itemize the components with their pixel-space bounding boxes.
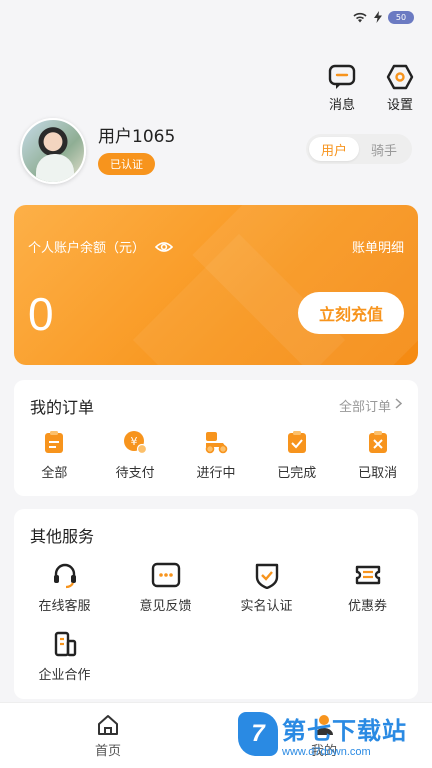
cancelled-icon bbox=[368, 431, 387, 453]
balance-label: 个人账户余额（元） bbox=[28, 241, 146, 256]
enterprise-icon bbox=[54, 631, 76, 657]
messages-label: 消息 bbox=[328, 98, 355, 113]
role-toggle[interactable]: 用户 骑手 bbox=[306, 134, 412, 164]
service-feedback-label: 意见反馈 bbox=[139, 599, 192, 614]
all-orders-link[interactable]: 全部订单 bbox=[338, 396, 403, 415]
order-all[interactable]: 全部 bbox=[19, 430, 89, 481]
settings-label: 设置 bbox=[386, 98, 413, 113]
watermark-url: www.d7down.com bbox=[282, 745, 371, 758]
service-id-verify-label: 实名认证 bbox=[240, 599, 293, 614]
message-icon bbox=[328, 64, 356, 89]
chevron-right-icon bbox=[395, 398, 403, 413]
all-orders-icon bbox=[45, 431, 64, 453]
bill-details-link[interactable]: 账单明细 bbox=[352, 237, 404, 256]
in-progress-icon bbox=[205, 432, 228, 454]
coupon-icon bbox=[355, 565, 380, 585]
order-in-progress-label: 进行中 bbox=[196, 466, 236, 481]
service-enterprise[interactable]: 企业合作 bbox=[14, 630, 115, 683]
order-all-label: 全部 bbox=[41, 466, 68, 481]
orders-row: 全部 ¥ 待支付 进行中 已完成 已取消 bbox=[14, 430, 418, 481]
order-pending-payment[interactable]: ¥ 待支付 bbox=[100, 430, 170, 481]
order-cancelled-label: 已取消 bbox=[358, 466, 398, 481]
svg-text:¥: ¥ bbox=[131, 435, 138, 448]
service-enterprise-label: 企业合作 bbox=[38, 668, 91, 683]
recharge-button[interactable]: 立刻充值 bbox=[298, 292, 404, 334]
feedback-icon bbox=[151, 562, 180, 588]
verified-badge: 已认证 bbox=[98, 153, 155, 175]
all-orders-label: 全部订单 bbox=[338, 400, 391, 415]
balance-value: 0 bbox=[28, 288, 54, 340]
completed-icon bbox=[287, 431, 306, 453]
watermark-logo: 7 bbox=[238, 712, 278, 756]
pending-payment-icon: ¥ bbox=[124, 431, 148, 454]
username: 用户1065 bbox=[98, 127, 176, 147]
charging-icon bbox=[374, 8, 382, 27]
services-card: 其他服务 在线客服 意见反馈 实名认证 优惠券 企业合作 bbox=[14, 509, 418, 699]
service-coupon-label: 优惠券 bbox=[347, 599, 387, 614]
tab-home[interactable]: 首页 bbox=[0, 703, 216, 768]
wifi-icon bbox=[352, 8, 368, 27]
order-pending-label: 待支付 bbox=[115, 466, 155, 481]
services-title: 其他服务 bbox=[30, 527, 95, 546]
eye-icon[interactable] bbox=[155, 241, 174, 253]
tab-home-label: 首页 bbox=[94, 743, 121, 759]
role-option-user[interactable]: 用户 bbox=[309, 137, 359, 161]
role-option-rider[interactable]: 骑手 bbox=[359, 137, 409, 161]
site-watermark: 7 第七下载站 www.d7down.com bbox=[238, 704, 426, 764]
headset-icon bbox=[53, 563, 76, 589]
status-bar: 50 bbox=[0, 0, 432, 34]
settings-button[interactable]: 设置 bbox=[386, 64, 414, 113]
home-icon bbox=[98, 714, 118, 735]
service-coupon[interactable]: 优惠券 bbox=[317, 561, 418, 614]
service-id-verify[interactable]: 实名认证 bbox=[216, 561, 317, 614]
service-feedback[interactable]: 意见反馈 bbox=[115, 561, 216, 614]
orders-title: 我的订单 bbox=[30, 398, 95, 417]
battery-indicator: 50 bbox=[388, 10, 414, 24]
order-completed-label: 已完成 bbox=[277, 466, 317, 481]
avatar[interactable] bbox=[20, 118, 86, 184]
profile-header: 用户1065 已认证 用户 骑手 bbox=[20, 118, 412, 184]
id-verify-icon bbox=[255, 563, 278, 589]
order-cancelled[interactable]: 已取消 bbox=[343, 430, 413, 481]
service-online-support[interactable]: 在线客服 bbox=[14, 561, 115, 614]
order-in-progress[interactable]: 进行中 bbox=[181, 430, 251, 481]
balance-card: 个人账户余额（元） 账单明细 0 立刻充值 bbox=[14, 205, 418, 365]
services-grid: 在线客服 意见反馈 实名认证 优惠券 企业合作 bbox=[14, 561, 418, 683]
orders-card: 我的订单 全部订单 全部 ¥ 待支付 进行中 已完成 已取消 bbox=[14, 380, 418, 496]
settings-icon bbox=[386, 64, 414, 90]
top-actions: 消息 设置 bbox=[328, 64, 414, 113]
balance-label-row: 个人账户余额（元） bbox=[28, 237, 174, 256]
watermark-name: 第七下载站 bbox=[282, 716, 407, 745]
messages-button[interactable]: 消息 bbox=[328, 64, 356, 113]
service-online-support-label: 在线客服 bbox=[38, 599, 91, 614]
order-completed[interactable]: 已完成 bbox=[262, 430, 332, 481]
